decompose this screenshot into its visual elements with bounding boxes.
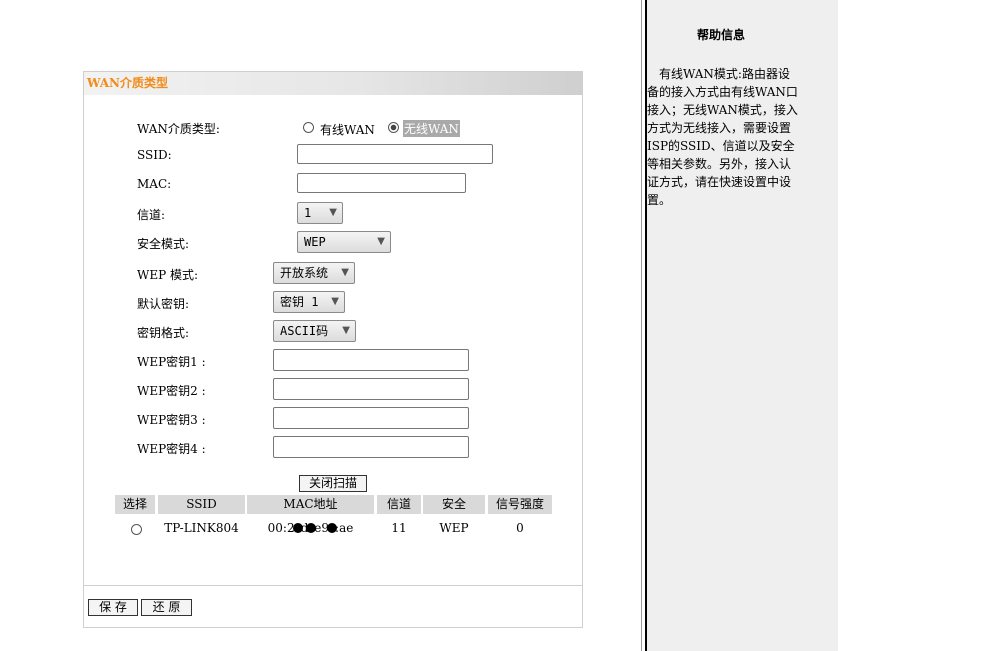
wep-key-4-label: WEP密钥4 :	[137, 442, 206, 456]
restore-button[interactable]: 还 原	[141, 599, 192, 616]
mac-suffix: :ae	[335, 521, 354, 535]
chevron-down-icon: ▼	[342, 325, 350, 336]
help-text: 有线WAN模式:路由器设备的接入方式由有线WAN口接入；无线WAN模式，接入方式…	[647, 67, 798, 207]
table-header-security: 安全	[423, 495, 485, 514]
mac-label: MAC:	[137, 177, 172, 191]
table-header-ssid: SSID	[158, 495, 245, 514]
wep-key-2-label: WEP密钥2 :	[137, 384, 206, 398]
channel-select-value: 1	[304, 206, 312, 220]
table-cell-mac: 00:2 d e9:ae	[247, 521, 374, 535]
chevron-down-icon: ▼	[331, 296, 339, 307]
radio-wired-wan[interactable]	[303, 122, 314, 133]
default-key-label: 默认密钥:	[137, 297, 190, 311]
radio-wired-wan-label[interactable]: 有线WAN	[320, 121, 375, 138]
default-key-select-value: 密钥 1	[280, 295, 319, 309]
security-mode-select[interactable]: WEP ▼	[297, 231, 391, 253]
wan-settings-panel: WAN介质类型 WAN介质类型: 有线WAN 无线WAN SSID: MAC: …	[83, 71, 583, 628]
mac-input[interactable]	[297, 173, 466, 193]
chevron-down-icon: ▼	[377, 236, 385, 247]
wep-key-2-input[interactable]	[273, 378, 469, 400]
wep-key-3-input[interactable]	[273, 407, 469, 429]
security-mode-label: 安全模式:	[137, 237, 190, 251]
channel-label: 信道:	[137, 208, 166, 222]
chevron-down-icon: ▼	[329, 207, 337, 218]
radio-wireless-wan-label[interactable]: 无线WAN	[403, 120, 460, 137]
help-title: 帮助信息	[696, 28, 745, 42]
security-mode-select-value: WEP	[304, 235, 326, 249]
wan-type-label: WAN介质类型:	[137, 122, 220, 136]
ssid-input[interactable]	[297, 144, 493, 164]
help-panel: 帮助信息 有线WAN模式:路由器设备的接入方式由有线WAN口接入；无线WAN模式…	[647, 0, 838, 651]
table-header-mac: MAC地址	[247, 495, 374, 514]
wep-key-3-label: WEP密钥3 :	[137, 413, 206, 427]
key-format-select-value: ASCII码	[280, 324, 329, 338]
table-header-signal: 信号强度	[488, 495, 552, 514]
wep-mode-select-value: 开放系统	[280, 266, 329, 280]
radio-wireless-wan[interactable]	[388, 122, 399, 133]
wep-key-1-label: WEP密钥1 :	[137, 355, 206, 369]
table-row-select-radio[interactable]	[131, 524, 142, 535]
table-cell-signal: 0	[516, 521, 524, 535]
table-header-select: 选择	[115, 495, 155, 514]
panel-divider	[84, 585, 582, 586]
table-cell-security: WEP	[439, 521, 469, 535]
key-format-select[interactable]: ASCII码 ▼	[273, 320, 356, 342]
default-key-select[interactable]: 密钥 1 ▼	[273, 291, 345, 313]
channel-select[interactable]: 1 ▼	[297, 202, 343, 224]
key-format-label: 密钥格式:	[137, 326, 190, 340]
wep-mode-label: WEP 模式:	[137, 268, 199, 282]
ssid-label: SSID:	[137, 148, 172, 162]
frame-divider-light	[641, 0, 642, 651]
mac-prefix: 00:2	[267, 521, 295, 535]
save-button[interactable]: 保 存	[88, 599, 138, 616]
wep-key-1-input[interactable]	[273, 349, 469, 371]
wep-key-4-input[interactable]	[273, 436, 469, 458]
table-header-channel: 信道	[377, 495, 421, 514]
chevron-down-icon: ▼	[341, 267, 349, 278]
wep-mode-select[interactable]: 开放系统 ▼	[273, 262, 355, 284]
close-scan-button[interactable]: 关闭扫描	[299, 475, 367, 492]
table-cell-ssid: TP-LINK804	[164, 521, 239, 535]
table-cell-channel: 11	[391, 521, 407, 535]
panel-title: WAN介质类型	[84, 72, 582, 95]
